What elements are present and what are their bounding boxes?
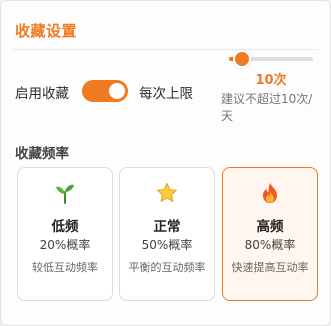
collect-settings-panel: 收藏设置 启用收藏 每次上限 10次 建议不超过10次/天 收藏频率 低频 20… — [0, 0, 331, 326]
fire-icon — [223, 182, 317, 204]
frequency-desc: 快速提高互动率 — [231, 261, 309, 274]
frequency-rate: 80%概率 — [244, 238, 296, 252]
frequency-card-low[interactable]: 低频 20%概率 较低互动频率 — [17, 167, 113, 301]
enable-collect-toggle[interactable] — [82, 80, 128, 102]
limit-hint: 建议不超过10次/天 — [221, 92, 313, 123]
frequency-name: 高频 — [256, 219, 284, 235]
frequency-desc: 较低互动频率 — [32, 261, 98, 274]
toggle-knob — [109, 83, 125, 99]
frequency-rate: 50%概率 — [141, 238, 193, 252]
frequency-name: 正常 — [153, 219, 181, 235]
star-icon — [120, 182, 214, 204]
frequency-desc: 平衡的互动频率 — [128, 261, 206, 274]
limit-slider-thumb[interactable] — [235, 52, 249, 66]
frequency-card-high[interactable]: 高频 80%概率 快速提高互动率 — [222, 167, 318, 301]
enable-collect-label: 启用收藏 — [15, 86, 69, 102]
frequency-rate: 20%概率 — [39, 238, 91, 252]
sprout-icon — [18, 182, 112, 204]
panel-title: 收藏设置 — [15, 22, 78, 40]
limit-slider[interactable] — [229, 52, 313, 66]
per-session-limit-label: 每次上限 — [139, 86, 193, 102]
title-divider — [13, 49, 318, 50]
frequency-card-normal[interactable]: 正常 50%概率 平衡的互动频率 — [119, 167, 215, 301]
limit-value: 10次 — [255, 73, 287, 88]
frequency-name: 低频 — [51, 219, 79, 235]
frequency-section-title: 收藏频率 — [15, 146, 69, 162]
